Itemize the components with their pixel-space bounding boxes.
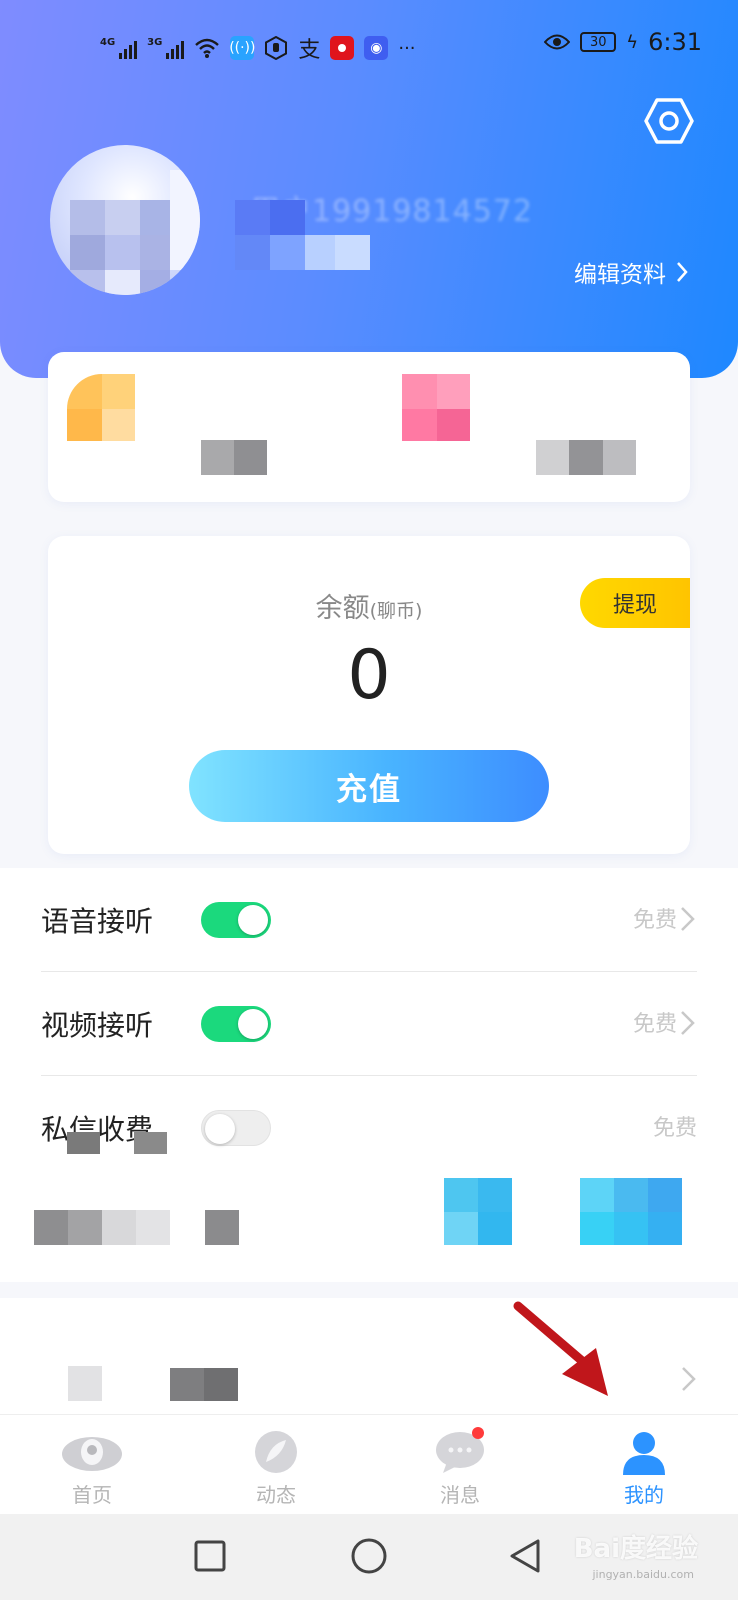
signal-3g-icon: 3G [147, 37, 185, 59]
recent-apps-square-icon[interactable] [190, 1536, 230, 1576]
balance-card: 余额(聊币) 0 提现 充值 [48, 536, 690, 854]
tab-messages[interactable]: 消息 [368, 1415, 552, 1515]
tab-label: 首页 [72, 1483, 112, 1507]
chat-bubble-icon [368, 1429, 552, 1475]
status-bar: 4G 3G ((·)) 支 ◉ ··· 30 ϟ 6:31 [0, 28, 738, 64]
edit-profile-link[interactable]: 编辑资料 [574, 255, 688, 289]
withdraw-button[interactable]: 提现 [580, 578, 690, 628]
call-settings-list: 语音接听 免费 视频接听 免费 私信收费 免费 [0, 868, 738, 1180]
avatar[interactable] [50, 145, 200, 295]
baidu-watermark-url: jingyan.baidu.com [592, 1568, 694, 1581]
person-icon [552, 1429, 736, 1475]
tab-moments[interactable]: 动态 [184, 1415, 368, 1515]
tab-mine[interactable]: 我的 [552, 1415, 736, 1515]
setting-row-voice[interactable]: 语音接听 免费 [41, 868, 697, 972]
chevron-right-icon [681, 1011, 695, 1035]
hand-icon [265, 36, 288, 60]
feather-icon [184, 1429, 368, 1475]
alipay-icon: 支 [298, 38, 321, 63]
back-triangle-icon[interactable] [506, 1536, 546, 1576]
signal-4g-icon: 4G [100, 37, 138, 59]
charging-icon: ϟ [626, 31, 639, 53]
settings-hexagon-icon[interactable] [644, 96, 694, 146]
edit-profile-label: 编辑资料 [574, 262, 666, 288]
home-circle-icon[interactable] [349, 1536, 389, 1576]
setting-price: 免费 [632, 1012, 677, 1037]
tab-home[interactable]: 首页 [0, 1415, 184, 1515]
hotspot-icon: ((·)) [229, 36, 256, 60]
wifi-icon [195, 38, 220, 58]
status-left-icons: 4G 3G ((·)) 支 ◉ ··· [100, 32, 416, 64]
chevron-right-icon [682, 1367, 696, 1391]
setting-row-message[interactable]: 私信收费 免费 [41, 1076, 697, 1180]
stats-card [48, 352, 690, 502]
status-right-icons: 30 ϟ 6:31 [544, 28, 702, 56]
message-charge-toggle[interactable] [201, 1110, 271, 1146]
blurred-row [0, 1298, 738, 1414]
setting-label: 语音接听 [41, 905, 154, 938]
voice-answer-toggle[interactable] [201, 902, 271, 938]
tab-label: 我的 [624, 1483, 664, 1507]
setting-row-video[interactable]: 视频接听 免费 [41, 972, 697, 1076]
video-answer-toggle[interactable] [201, 1006, 271, 1042]
setting-price: 免费 [632, 908, 677, 933]
baidu-watermark: Bai度经验 [573, 1534, 698, 1564]
unread-badge [472, 1427, 484, 1439]
red-arrow-annotation-icon [513, 1301, 608, 1396]
tab-label: 动态 [256, 1483, 296, 1507]
battery-icon: 30 [580, 32, 617, 52]
app-blue-icon: ◉ [364, 36, 389, 60]
recharge-button[interactable]: 充值 [189, 750, 549, 822]
more-icon: ··· [398, 37, 416, 59]
setting-price: 免费 [652, 1116, 697, 1141]
balance-title-text: 余额 [315, 593, 370, 624]
eye-icon [544, 34, 571, 50]
status-time: 6:31 [648, 28, 702, 56]
blurred-row [0, 1178, 738, 1282]
app-red-icon [330, 36, 355, 60]
balance-unit: (聊币) [369, 600, 423, 622]
chevron-right-icon [677, 262, 688, 282]
balance-value: 0 [347, 636, 391, 715]
setting-label: 视频接听 [41, 1009, 154, 1042]
chevron-right-icon [681, 907, 695, 931]
home-icon [0, 1429, 184, 1475]
bottom-tab-bar: 首页 动态 消息 我的 [0, 1414, 738, 1514]
tab-label: 消息 [440, 1483, 480, 1507]
